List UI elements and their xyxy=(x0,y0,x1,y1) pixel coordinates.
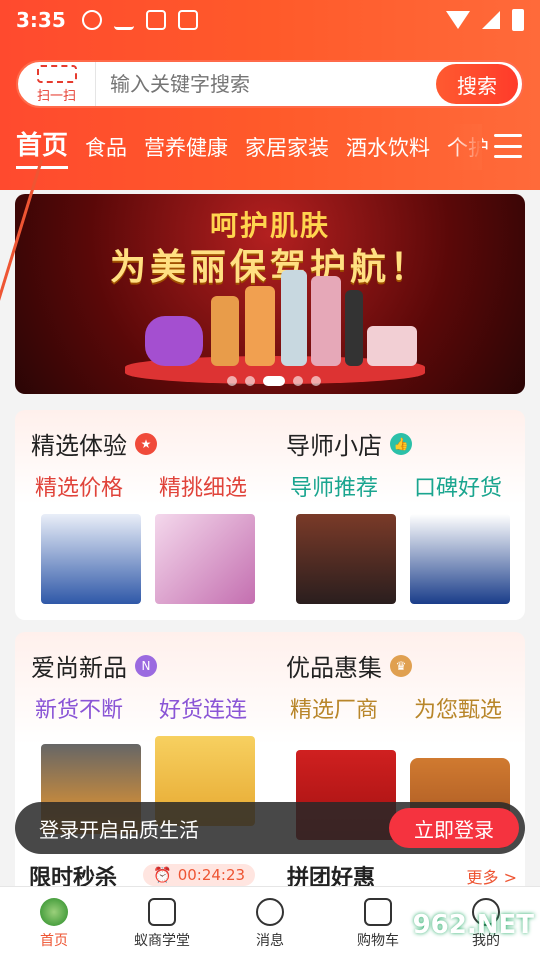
scan-button[interactable]: 扫一扫 xyxy=(18,62,96,106)
battery-icon xyxy=(512,9,524,31)
tab-food[interactable]: 食品 xyxy=(85,132,127,162)
banner-pagination xyxy=(227,376,321,386)
alert-icon xyxy=(81,10,102,30)
banner-product xyxy=(345,290,363,366)
section-sub: 精选厂商 xyxy=(290,698,379,723)
category-tabs: 首页 食品 营养健康 家居家装 酒水饮料 个护 xyxy=(0,124,540,170)
section-sub: 新货不断 xyxy=(35,698,124,723)
star-icon: ★ xyxy=(135,432,157,455)
scan-icon xyxy=(36,64,77,83)
banner-product xyxy=(145,316,203,366)
more-link[interactable]: 更多 > xyxy=(467,864,518,888)
section-sub: 精挑细选 xyxy=(159,476,248,501)
crown-icon: ♛ xyxy=(390,654,412,677)
toast-message: 登录开启品质生活 xyxy=(39,817,199,842)
product-image[interactable] xyxy=(155,514,255,604)
clock-icon: ⏰ xyxy=(153,866,172,884)
menu-icon[interactable] xyxy=(494,134,522,158)
home-icon xyxy=(40,897,68,926)
promo-banner[interactable]: 呵护肌肤 为美丽保驾护航！ xyxy=(15,194,525,394)
search-bar: 扫一扫 搜索 xyxy=(16,60,524,108)
section-sub: 精选价格 xyxy=(35,476,124,501)
banner-product xyxy=(211,296,239,366)
featured-card-1: 精选体验 ★ 精选价格 精挑细选 导师小店 👍 导师推荐 口碑好货 xyxy=(15,410,525,620)
product-image[interactable] xyxy=(296,514,396,604)
nav-messages[interactable]: 消息 xyxy=(216,887,324,960)
countdown-value: 00:24:23 xyxy=(177,866,246,884)
book-icon xyxy=(148,897,176,926)
banner-product xyxy=(245,286,275,366)
status-bar: 3:35 xyxy=(0,0,540,40)
login-toast: 登录开启品质生活 立即登录 xyxy=(15,802,525,854)
banner-product xyxy=(367,326,417,366)
banner-product xyxy=(281,270,307,366)
section-title: 爱尚新品 xyxy=(31,654,127,682)
new-icon: N xyxy=(135,654,157,677)
section-sub: 口碑好货 xyxy=(414,476,503,501)
daoshi-section[interactable]: 导师小店 👍 导师推荐 口碑好货 xyxy=(270,410,525,620)
nav-school[interactable]: 蚁商学堂 xyxy=(108,887,216,960)
nav-label: 首页 xyxy=(40,932,68,949)
nav-label: 购物车 xyxy=(357,932,399,949)
nav-label: 消息 xyxy=(256,932,284,949)
section-sub: 为您甄选 xyxy=(414,698,503,723)
search-button[interactable]: 搜索 xyxy=(436,64,518,104)
tab-fade xyxy=(452,124,482,170)
banner-line2: 为美丽保驾护航！ xyxy=(109,247,430,288)
section-sub: 导师推荐 xyxy=(290,476,379,501)
wifi-icon xyxy=(446,11,470,29)
status-time: 3:35 xyxy=(16,8,66,32)
section-sub: 好货连连 xyxy=(159,698,248,723)
search-input[interactable] xyxy=(96,72,436,96)
nav-label: 蚁商学堂 xyxy=(134,932,190,949)
thumbs-up-icon: 👍 xyxy=(390,432,412,455)
section-title: 优品惠集 xyxy=(286,654,382,682)
tab-drinks[interactable]: 酒水饮料 xyxy=(346,132,430,162)
notification-icon xyxy=(177,10,198,30)
scan-label: 扫一扫 xyxy=(36,88,76,104)
countdown-timer: ⏰ 00:24:23 xyxy=(143,864,256,886)
cart-icon xyxy=(364,897,392,926)
section-title: 导师小店 xyxy=(286,432,382,460)
download-icon xyxy=(113,10,134,30)
tab-nutrition[interactable]: 营养健康 xyxy=(144,132,228,162)
tab-home-furnishing[interactable]: 家居家装 xyxy=(245,132,329,162)
banner-product xyxy=(311,276,341,366)
message-icon xyxy=(256,897,284,926)
login-button[interactable]: 立即登录 xyxy=(389,808,519,848)
flash-sale-row: 限时秒杀 ⏰ 00:24:23 拼团好惠 更多 > xyxy=(15,858,525,891)
signal-icon xyxy=(482,11,500,29)
app-icon xyxy=(145,10,166,30)
product-image[interactable] xyxy=(410,514,510,604)
site-watermark: 962.NET xyxy=(412,910,534,940)
product-image[interactable] xyxy=(41,514,141,604)
section-title: 精选体验 xyxy=(31,432,127,460)
nav-home[interactable]: 首页 xyxy=(0,887,108,960)
jingxuan-section[interactable]: 精选体验 ★ 精选价格 精挑细选 xyxy=(15,410,270,620)
